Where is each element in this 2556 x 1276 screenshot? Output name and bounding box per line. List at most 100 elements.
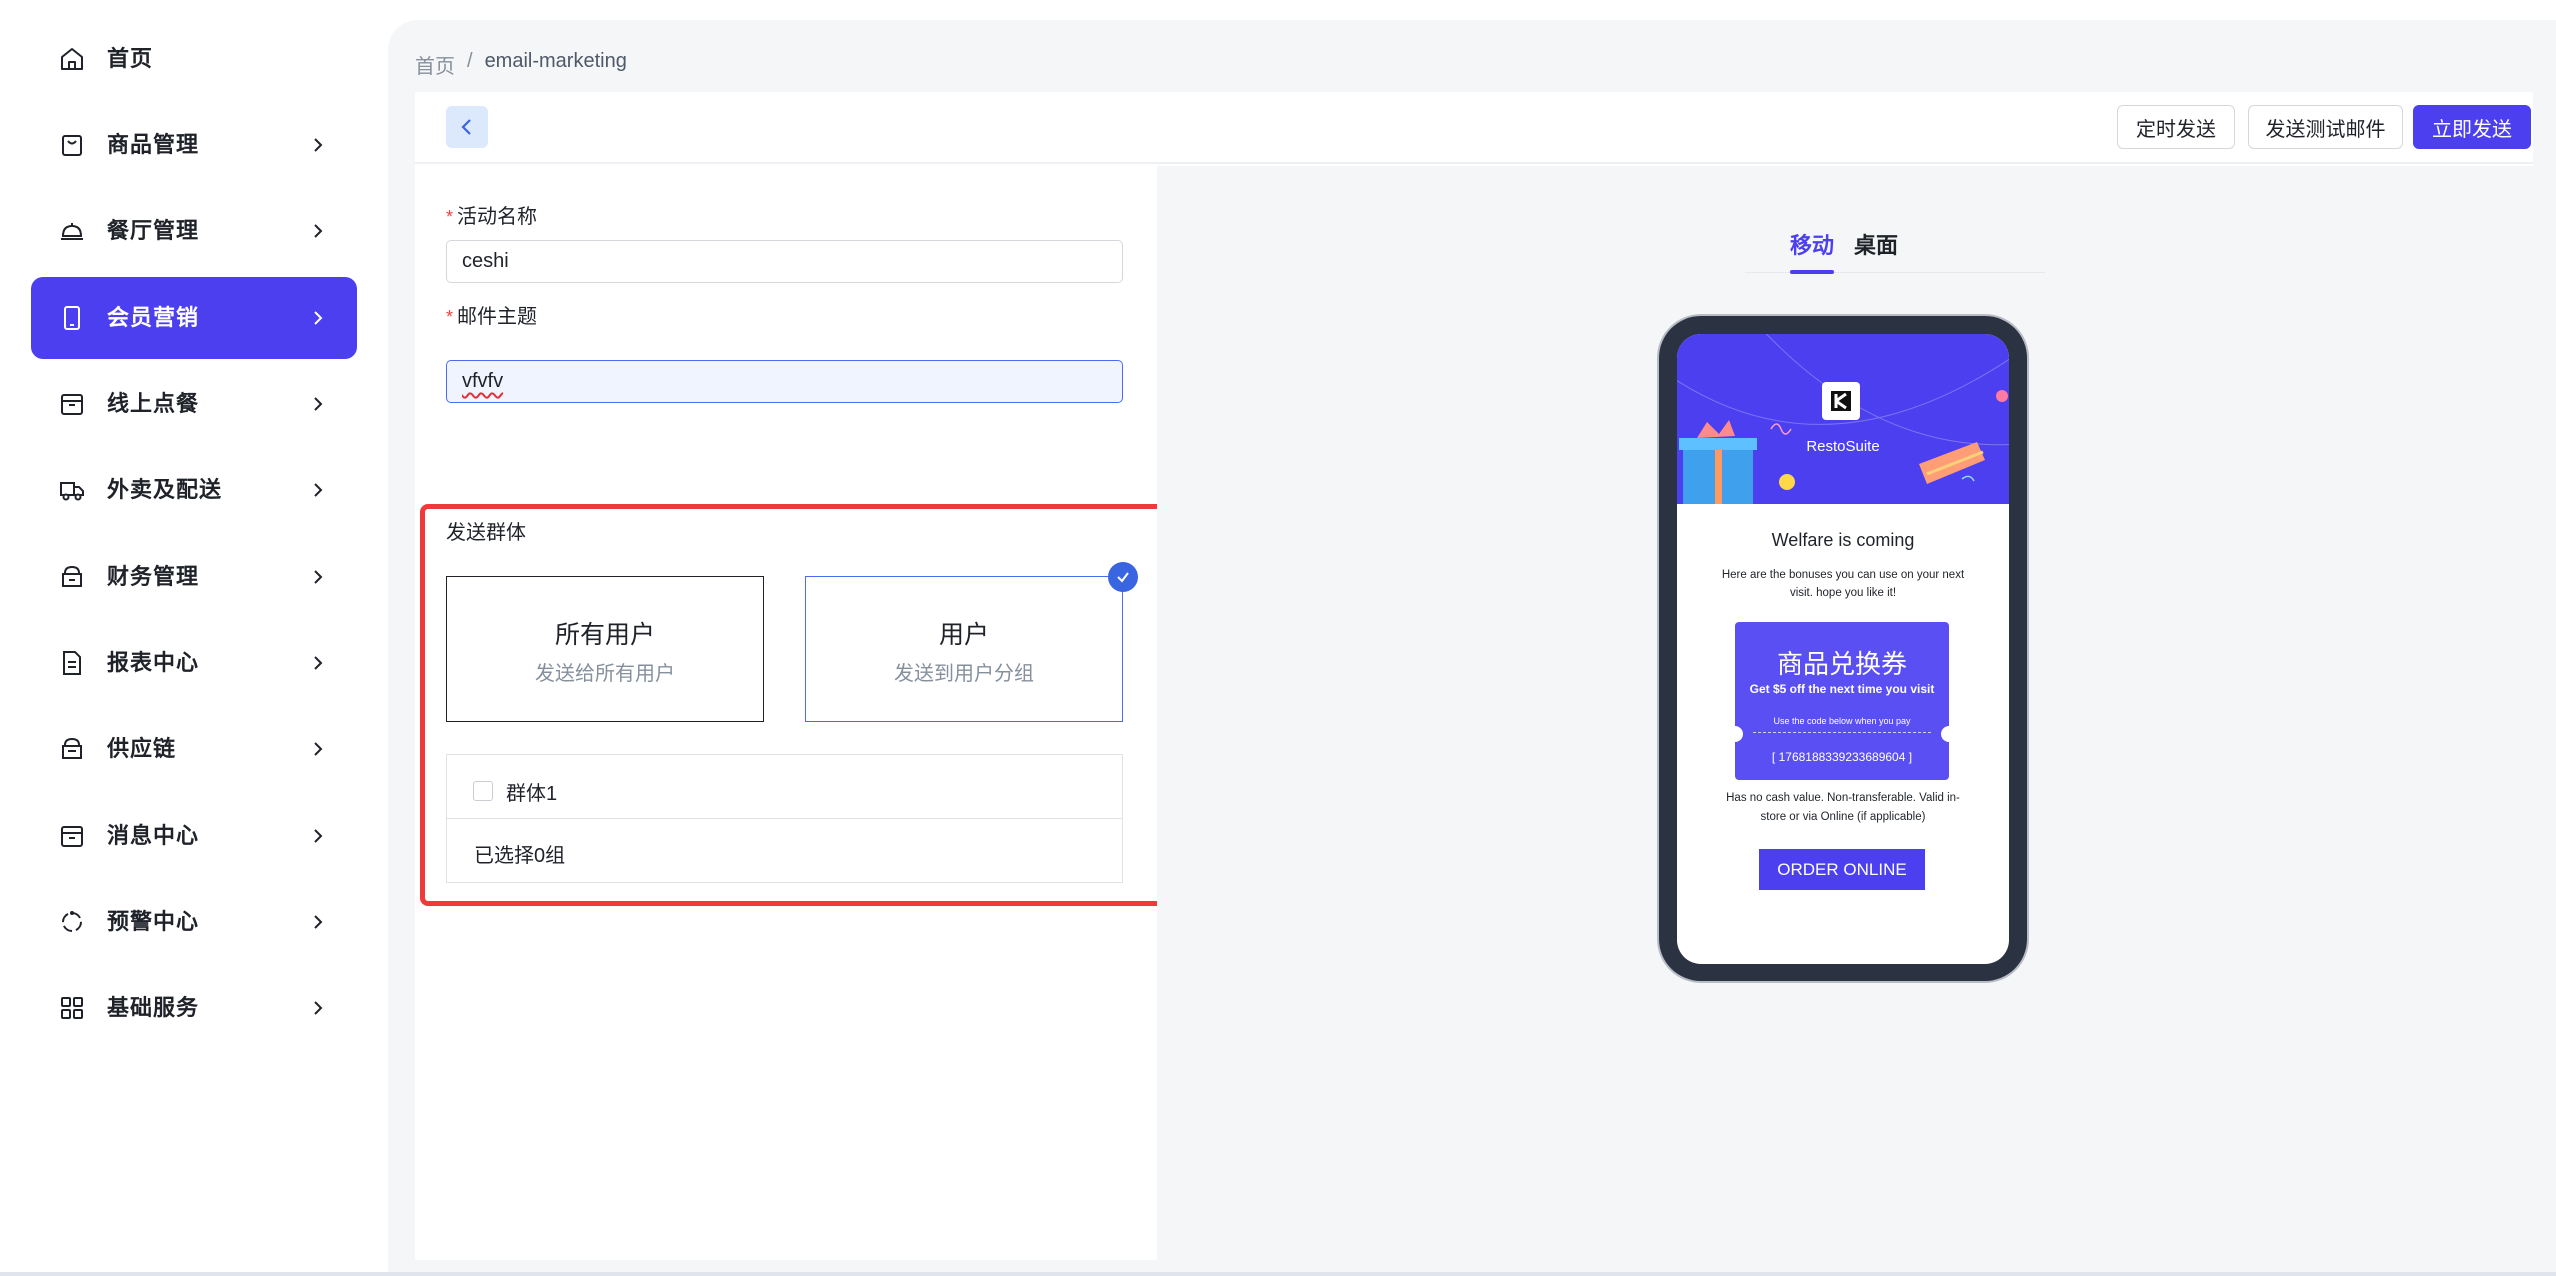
send-now-button[interactable]: 立即发送	[2413, 105, 2531, 149]
coupon-hint: Use the code below when you pay	[1773, 716, 1911, 726]
breadcrumb-separator: /	[467, 50, 473, 72]
coupon-code: [ 1768188339233689604 ]	[1771, 750, 1913, 764]
required-mark: *	[446, 207, 454, 227]
sidebar-item-label: 商品管理	[107, 132, 200, 157]
box-icon	[61, 394, 83, 415]
phone-frame: RestoSuite Welfare is coming Here are th…	[1659, 316, 2027, 981]
sidebar-item-label: 报表中心	[107, 650, 200, 675]
brand-logo	[1822, 382, 1860, 420]
group-checkbox[interactable]	[473, 781, 493, 801]
home-icon	[61, 48, 83, 70]
sidebar-item-label: 消息中心	[107, 823, 200, 848]
breadcrumb-current: email-marketing	[484, 50, 627, 72]
sidebar-item-label: 预警中心	[107, 909, 200, 934]
toolbar: 定时发送 发送测试邮件 立即发送	[415, 92, 2533, 164]
sidebar-item-label: 餐厅管理	[107, 218, 200, 243]
active-tab-indicator	[1790, 270, 1834, 274]
chevron-right-icon	[314, 397, 323, 411]
send-test-email-button[interactable]: 发送测试邮件	[2248, 105, 2403, 149]
sidebar-item-delivery[interactable]: 外卖及配送	[31, 449, 357, 531]
group-list: 群体1 已选择0组	[446, 754, 1123, 883]
tab-mobile[interactable]: 移动	[1790, 228, 1834, 260]
email-subject-label: * 邮件主题	[446, 300, 537, 329]
sidebar-item-online-ordering[interactable]: 线上点餐	[31, 363, 357, 445]
coupon-subtitle: Get $5 off the next time you visit	[1749, 682, 1935, 696]
phone-screen: RestoSuite Welfare is coming Here are th…	[1677, 334, 2009, 964]
chevron-right-icon	[314, 138, 323, 152]
sidebar-item-home[interactable]: 首页	[31, 18, 357, 100]
sidebar-item-reports[interactable]: 报表中心	[31, 622, 357, 704]
selected-count: 已选择0组	[474, 845, 566, 867]
group-label: 群体1	[506, 783, 558, 805]
coupon-terms: Has no cash value. Non-transferable. Val…	[1726, 792, 1960, 823]
activity-name-input[interactable]: ceshi	[446, 240, 1123, 283]
check-icon	[1108, 562, 1138, 592]
list-item[interactable]: 群体1	[447, 755, 1122, 819]
phone-icon	[64, 306, 80, 330]
bag-icon	[62, 135, 82, 156]
sidebar-item-finance[interactable]: 财务管理	[31, 536, 357, 618]
email-hero-banner: RestoSuite	[1677, 334, 2009, 504]
sidebar-item-products[interactable]: 商品管理	[31, 104, 357, 186]
alert-icon	[62, 911, 82, 932]
activity-name-value: ceshi	[462, 250, 509, 272]
coupon-title: 商品兑换券	[1776, 649, 1907, 679]
message-icon	[61, 826, 83, 847]
sidebar-item-member-marketing[interactable]: 会员营销	[31, 277, 357, 359]
breadcrumb-home-link[interactable]: 首页	[415, 50, 455, 79]
chevron-right-icon	[314, 915, 323, 929]
required-mark: *	[446, 307, 454, 327]
audience-option-user-groups[interactable]: 用户 发送到用户分组	[805, 576, 1123, 722]
sidebar-item-label: 线上点餐	[107, 391, 200, 416]
sidebar-item-restaurant[interactable]: 餐厅管理	[31, 190, 357, 272]
chevron-right-icon	[314, 742, 323, 756]
window-bottom-edge	[0, 1272, 2556, 1276]
audience-option-title: 用户	[938, 621, 989, 649]
audience-option-title: 所有用户	[554, 621, 655, 649]
campaign-form: * 活动名称 ceshi * 邮件主题 vfvfv 发送群体 所有用户 发送给所有用…	[415, 166, 1170, 1260]
coupon-notch-right	[1941, 726, 1957, 742]
chain-icon	[62, 737, 82, 759]
chevron-right-icon	[314, 483, 323, 497]
back-button[interactable]	[446, 106, 488, 148]
truck-icon	[60, 482, 84, 501]
email-subject-input[interactable]: vfvfv	[446, 360, 1123, 403]
email-intro: Here are the bonuses you can use on your…	[1721, 569, 1965, 599]
coupon-divider	[1753, 732, 1931, 733]
dome-icon	[61, 223, 83, 240]
sidebar-item-label: 会员营销	[107, 305, 200, 330]
brand-name: RestoSuite	[1806, 438, 1880, 455]
report-icon	[63, 651, 81, 675]
sidebar-item-supply-chain[interactable]: 供应链	[31, 708, 357, 790]
grid-icon	[61, 997, 83, 1019]
chevron-right-icon	[314, 311, 323, 325]
sidebar-item-label: 供应链	[107, 736, 177, 761]
chevron-right-icon	[314, 829, 323, 843]
email-preview: 移动 桌面 RestoSuite Welfare is coming Here …	[1157, 166, 2533, 1260]
email-subject-label-text: 邮件主题	[457, 306, 538, 328]
editor-card: 定时发送 发送测试邮件 立即发送 * 活动名称 ceshi * 邮件主题 vfvfv…	[415, 92, 2533, 1260]
sidebar-item-label: 首页	[107, 46, 154, 71]
audience-label: 发送群体	[446, 522, 526, 544]
activity-name-label-text: 活动名称	[457, 206, 538, 228]
sidebar-item-basic-services[interactable]: 基础服务	[31, 967, 357, 1049]
email-headline: Welfare is coming	[1771, 530, 1915, 550]
sidebar-item-messages[interactable]: 消息中心	[31, 795, 357, 877]
sidebar-item-label: 基础服务	[107, 995, 200, 1020]
order-online-button: ORDER ONLINE	[1759, 849, 1925, 890]
audience-option-all-users[interactable]: 所有用户 发送给所有用户	[446, 576, 764, 722]
coupon-card: 商品兑换券 Get $5 off the next time you visit…	[1727, 622, 1957, 780]
chevron-left-icon	[461, 119, 471, 135]
sidebar-item-alerts[interactable]: 预警中心	[31, 881, 357, 963]
audience-option-subtitle: 发送给所有用户	[535, 663, 675, 685]
sidebar: 首页 商品管理 餐厅管理 会员营销 线上点餐 外卖及配送 财务管理 报表中心 供…	[0, 0, 388, 1276]
schedule-send-button[interactable]: 定时发送	[2117, 105, 2235, 149]
activity-name-label: * 活动名称	[446, 200, 537, 229]
tab-desktop[interactable]: 桌面	[1854, 228, 1898, 260]
chevron-right-icon	[314, 1001, 323, 1015]
sidebar-item-label: 财务管理	[107, 564, 200, 589]
chevron-right-icon	[314, 656, 323, 670]
breadcrumb: 首页 / email-marketing	[415, 50, 627, 79]
chevron-right-icon	[314, 224, 323, 238]
sidebar-item-label: 外卖及配送	[107, 477, 223, 502]
